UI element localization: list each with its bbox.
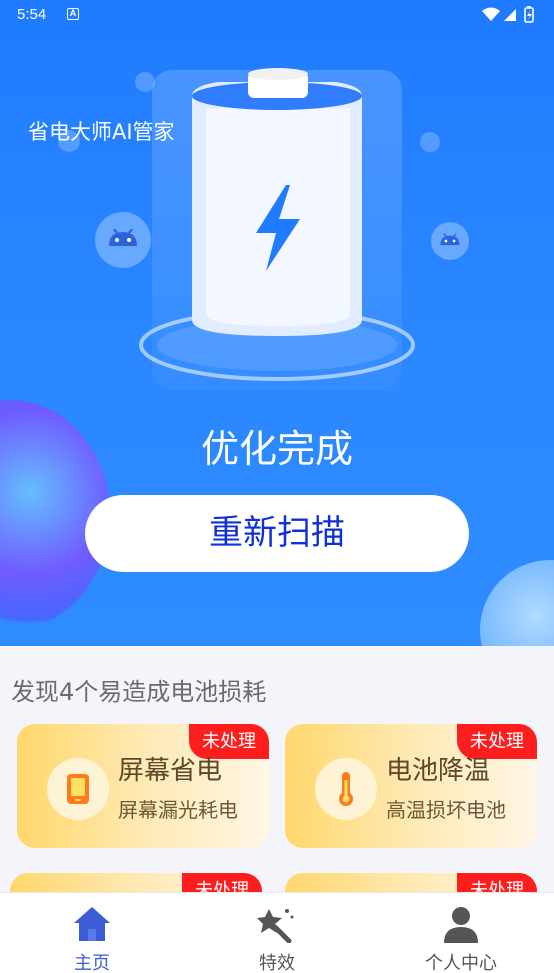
card-subtitle: 高温损坏电池	[386, 798, 506, 822]
tab-label: 个人中心	[425, 953, 497, 973]
tab-effects[interactable]: 特效	[202, 893, 352, 973]
issue-card-battery-temp[interactable]: 未处理 电池降温 高温损坏电池	[285, 724, 537, 848]
tab-home[interactable]: 主页	[17, 893, 167, 973]
system-icons	[480, 5, 540, 29]
notification-icon: A	[67, 8, 79, 20]
bottom-tab-bar: 主页 特效 个人中心	[0, 892, 554, 973]
thermometer-icon	[315, 758, 377, 820]
user-icon	[441, 905, 481, 949]
wifi-signal-battery-icon	[482, 6, 534, 23]
tablet-icon	[47, 758, 109, 820]
status-bar: 5:54 A	[0, 0, 554, 30]
rescan-button[interactable]: 重新扫描	[85, 495, 469, 572]
android-icon	[431, 222, 469, 264]
magic-wand-icon	[257, 905, 297, 947]
status-time: 5:54	[17, 6, 47, 23]
tab-profile[interactable]: 个人中心	[386, 893, 536, 973]
issue-card-screen[interactable]: 未处理 屏幕省电 屏幕漏光耗电	[17, 724, 269, 848]
tab-label: 特效	[259, 953, 295, 973]
card-title: 屏幕省电	[118, 756, 223, 786]
optimization-status: 优化完成	[200, 427, 353, 471]
card-title: 电池降温	[386, 756, 491, 786]
decorative-blob-right	[480, 560, 554, 646]
card-subtitle: 屏幕漏光耗电	[118, 798, 238, 822]
home-icon	[72, 905, 112, 947]
hero-panel: 5:54 A 省电大师AI管家 优化完成 重新扫描	[0, 0, 554, 646]
battery-illustration	[138, 68, 418, 392]
issues-title: 发现4个易造成电池损耗	[11, 678, 267, 706]
decorative-dot	[420, 132, 440, 152]
tab-label: 主页	[74, 953, 110, 973]
